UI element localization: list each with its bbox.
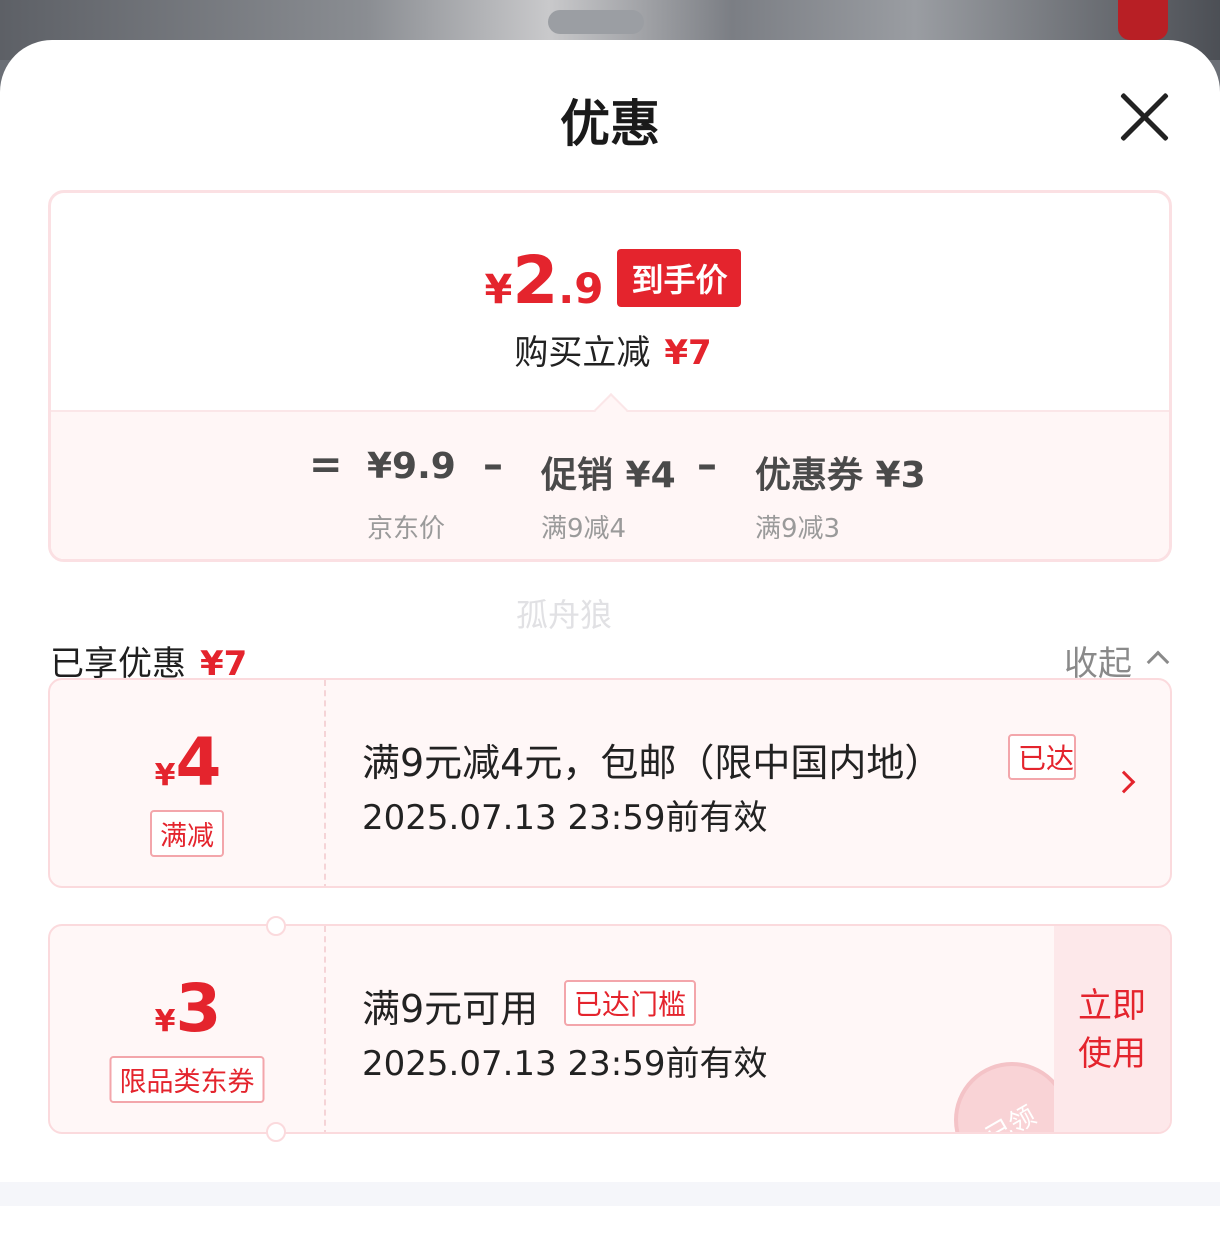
final-price-badge: 到手价 — [617, 249, 742, 307]
currency-symbol: ¥ — [154, 758, 176, 793]
promotion-card[interactable]: ¥4 满减 满9元减4元，包邮（限中国内地） 已达 2025.07.13 23:… — [48, 678, 1172, 888]
promotion-amount-value: 4 — [175, 724, 222, 801]
promotion-title: 满9元减4元，包邮（限中国内地） — [362, 741, 943, 785]
close-icon[interactable] — [1118, 90, 1172, 144]
coupon-title: 满9元可用 — [362, 987, 539, 1031]
claimed-stamp: 已领 — [954, 1062, 1070, 1134]
chevron-right-icon[interactable] — [1112, 770, 1136, 794]
final-price-row: ¥2.9 到手价 — [51, 248, 1169, 314]
final-price-integer: 2 — [512, 242, 559, 319]
watermark: 孤舟狼 — [516, 596, 613, 634]
promo-label: 满9减4 — [541, 514, 627, 544]
minus-sign: – — [697, 442, 717, 488]
promotion-type-tag: 满减 — [150, 810, 224, 857]
sheet-title: 优惠 — [560, 95, 660, 153]
coupon-label: 满9减3 — [755, 514, 841, 544]
coupon-expiry: 2025.07.13 23:59前有效 — [362, 1044, 768, 1084]
background-shape — [548, 10, 644, 34]
purchase-reduction: 购买立减 ¥7 — [51, 325, 1169, 374]
footer-divider — [0, 1182, 1220, 1206]
currency-symbol: ¥ — [484, 267, 513, 313]
promotion-expiry: 2025.07.13 23:59前有效 — [362, 798, 768, 838]
use-now-label: 立即使用 — [1078, 986, 1146, 1074]
coupon-amount-value: 3 — [175, 970, 222, 1047]
coupon-amount: ¥3 — [50, 970, 326, 1047]
base-price-label: 京东价 — [367, 514, 446, 544]
final-price: ¥2.9 — [484, 248, 604, 314]
coupon-card: ¥3 限品类东券 满9元可用 已达门槛 2025.07.13 23:59前有效 … — [48, 924, 1172, 1134]
reduction-amount: ¥7 — [664, 333, 712, 373]
ticket-notch — [266, 1122, 286, 1142]
promotion-amount: ¥4 — [50, 724, 326, 801]
price-summary-card: ¥2.9 到手价 购买立减 ¥7 = ¥9.9 京东价 – 促销 ¥4 满9减4 –… — [48, 190, 1172, 562]
claimed-stamp-label: 已领 — [981, 1100, 1042, 1134]
discount-sheet: 优惠 ¥2.9 到手价 购买立减 ¥7 = ¥9.9 京东价 – 促销 ¥4 满9减… — [0, 40, 1220, 1248]
final-price-decimal: .9 — [558, 264, 604, 313]
background-shape — [1118, 0, 1168, 40]
reduction-label: 购买立减 — [514, 333, 651, 373]
minus-sign: – — [483, 442, 503, 488]
base-price: ¥9.9 — [367, 446, 456, 487]
threshold-reached-badge: 已达 — [1008, 734, 1076, 780]
use-now-button[interactable]: 立即使用 — [1054, 926, 1170, 1132]
currency-symbol: ¥ — [154, 1004, 176, 1039]
chevron-up-icon[interactable] — [1146, 650, 1170, 674]
promotion-amount-panel: ¥4 满减 — [50, 680, 326, 886]
coupon-value: 优惠券 ¥3 — [755, 455, 926, 496]
price-breakdown: = ¥9.9 京东价 – 促销 ¥4 满9减4 – 优惠券 ¥3 满9减3 — [51, 410, 1169, 559]
coupon-amount-panel: ¥3 限品类东券 — [50, 926, 326, 1132]
ticket-notch — [266, 916, 286, 936]
coupon-type-tag: 限品类东券 — [109, 1056, 265, 1103]
threshold-reached-badge: 已达门槛 — [564, 980, 697, 1026]
promo-value: 促销 ¥4 — [541, 455, 676, 496]
equals-sign: = — [309, 442, 343, 488]
